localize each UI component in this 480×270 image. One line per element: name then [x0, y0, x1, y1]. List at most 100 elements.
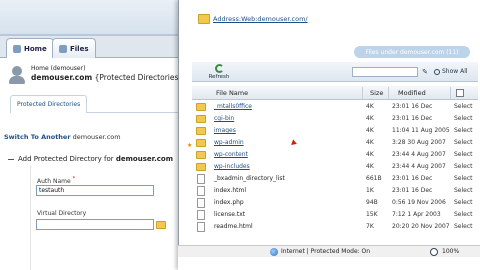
magnifier-icon — [434, 68, 440, 75]
file-name[interactable]: readme.html — [214, 223, 253, 230]
tab-files[interactable]: Files — [52, 38, 96, 58]
col-modified[interactable]: Modified — [398, 89, 426, 97]
table-row[interactable]: images 4K 11:04 11 Aug 2005 Select — [192, 126, 478, 137]
folder-icon — [196, 151, 206, 159]
select-link[interactable]: Select — [454, 115, 473, 122]
account-section: {Protected Directories — [94, 73, 179, 82]
table-row[interactable]: _mtalls0ffice 4K 23:01 16 Dec Select — [192, 102, 478, 113]
zoom-level[interactable]: 100% — [442, 248, 459, 255]
cpanel-tabbar: Home Files — [0, 36, 190, 58]
select-link[interactable]: Select — [454, 199, 473, 206]
file-modified: 0:56 19 Nov 2006 — [392, 199, 446, 206]
select-link[interactable]: Select — [454, 139, 473, 146]
protect-form: Auth Name * Virtual Directory — [30, 166, 190, 270]
select-link[interactable]: Select — [454, 187, 473, 194]
file-modified: 23:01 16 Dec — [392, 115, 433, 122]
file-name[interactable]: _bxadmin_directory_list — [214, 175, 285, 182]
table-row[interactable]: _bxadmin_directory_list 661B 23:01 16 Dec S… — [192, 174, 478, 185]
virtual-directory-label: Virtual Directory — [37, 210, 87, 217]
refresh-label: Refresh — [208, 74, 230, 80]
file-size: 4K — [366, 163, 374, 170]
file-name[interactable]: images — [214, 127, 236, 134]
file-modified: 23:01 16 Dec — [392, 175, 433, 182]
select-link[interactable]: Select — [454, 175, 473, 182]
security-zone: Internet | Protected Mode: On — [281, 248, 371, 255]
search-input[interactable] — [352, 67, 418, 77]
add-title-prefix: Add Protected Directory for — [18, 155, 114, 163]
cpanel-header-band — [0, 0, 190, 36]
address-link[interactable]: Address:Web:demouser.com/ — [198, 14, 308, 24]
select-all-icon[interactable] — [456, 89, 464, 97]
file-icon — [197, 174, 205, 184]
file-size: 4K — [366, 139, 374, 146]
file-name[interactable]: wp-admin — [214, 139, 244, 146]
file-table-header: File Name Size Modified — [192, 86, 478, 100]
file-icon — [197, 198, 205, 208]
file-name[interactable]: cgi-bin — [214, 115, 234, 122]
globe-icon — [270, 248, 278, 256]
table-row[interactable]: wp-content 4K 23:44 4 Aug 2007 Select — [192, 150, 478, 161]
select-link[interactable]: Select — [454, 163, 473, 170]
folder-icon — [196, 139, 206, 147]
table-row[interactable]: index.html 1K 23:01 16 Dec Select — [192, 186, 478, 197]
home-icon — [13, 44, 21, 53]
file-modified: 7:12 1 Apr 2003 — [392, 211, 441, 218]
select-link[interactable]: Select — [454, 151, 473, 158]
file-name[interactable]: license.txt — [214, 211, 245, 218]
status-bar: Internet | Protected Mode: On 100% — [178, 245, 480, 257]
file-modified: 3:28 30 Aug 2007 — [392, 139, 446, 146]
file-name[interactable]: wp-content — [214, 151, 248, 158]
search-go-icon[interactable]: ✎ — [420, 67, 430, 77]
tab-home[interactable]: Home — [6, 38, 54, 58]
file-modified: 23:01 16 Dec — [392, 187, 433, 194]
file-name[interactable]: index.html — [214, 187, 246, 194]
file-size: 15K — [366, 211, 378, 218]
file-size: 94B — [366, 199, 378, 206]
file-name[interactable]: wp-includes — [214, 163, 250, 170]
file-size: 4K — [366, 127, 374, 134]
select-link[interactable]: Select — [454, 127, 473, 134]
file-modified: 20:20 20 Nov 2007 — [392, 223, 450, 230]
table-row[interactable]: wp-admin 4K 3:28 30 Aug 2007 Select — [192, 138, 478, 149]
account-prefix: Home (demouser) — [31, 65, 86, 72]
auth-name-text: Auth Name — [37, 178, 71, 185]
subtab-protected-directories[interactable]: Protected Directories — [10, 95, 88, 113]
folder-icon — [196, 163, 206, 171]
cpanel-window: Home Files Home (demouser) demouser.com … — [0, 0, 190, 270]
table-row[interactable]: index.php 94B 0:56 19 Nov 2006 Select — [192, 198, 478, 209]
tab-home-label: Home — [24, 44, 47, 53]
table-row[interactable]: wp-includes 4K 23:44 4 Aug 2007 Select — [192, 162, 478, 173]
select-link[interactable]: Select — [454, 223, 473, 230]
file-modified: 23:44 4 Aug 2007 — [392, 163, 446, 170]
table-row[interactable]: license.txt 15K 7:12 1 Apr 2003 Select — [192, 210, 478, 221]
account-header: Home (demouser) demouser.com {Protected … — [8, 64, 190, 90]
file-icon — [197, 186, 205, 196]
folder-icon — [198, 14, 210, 24]
file-modified: 23:01 16 Dec — [392, 103, 433, 110]
zoom-icon[interactable] — [430, 248, 438, 256]
virtual-directory-input[interactable] — [36, 219, 154, 230]
table-row[interactable]: cgi-bin 4K 23:01 16 Dec Select — [192, 114, 478, 125]
required-mark: * — [72, 176, 76, 182]
refresh-button[interactable]: Refresh — [204, 64, 234, 80]
auth-name-input[interactable] — [36, 185, 154, 196]
user-icon — [8, 66, 26, 84]
tab-files-label: Files — [70, 44, 89, 53]
select-link[interactable]: Select — [454, 211, 473, 218]
col-file-name[interactable]: File Name — [216, 89, 248, 97]
file-name[interactable]: _mtalls0ffice — [214, 103, 252, 110]
address-text: Address:Web:demouser.com/ — [213, 15, 308, 23]
files-icon — [59, 44, 67, 53]
file-name[interactable]: index.php — [214, 199, 244, 206]
switch-label[interactable]: Switch To Another — [4, 133, 71, 141]
table-row[interactable]: readme.html 7K 20:20 20 Nov 2007 Select — [192, 222, 478, 233]
show-all-button[interactable]: Show All — [434, 68, 468, 75]
files-under-badge: Files under demouser.com (11) — [354, 46, 470, 58]
col-size[interactable]: Size — [370, 89, 383, 97]
file-size: 4K — [366, 151, 374, 158]
file-size: 4K — [366, 103, 374, 110]
select-link[interactable]: Select — [454, 103, 473, 110]
browse-folder-icon[interactable] — [156, 221, 166, 229]
switch-domain: Switch To Another demouser.com — [4, 133, 121, 141]
file-modified: 11:04 11 Aug 2005 — [392, 127, 450, 134]
